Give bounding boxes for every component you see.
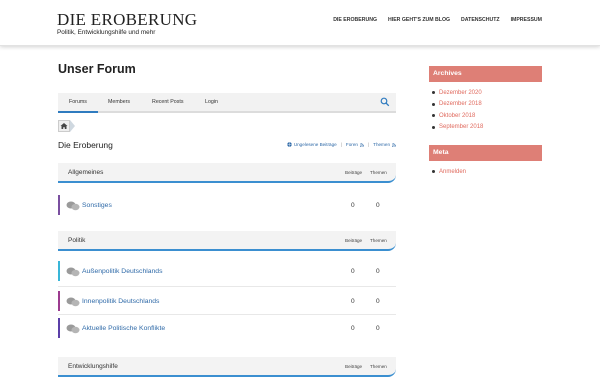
- active-tab-indicator: [58, 111, 98, 113]
- tab-recent-posts[interactable]: Recent Posts: [152, 99, 184, 105]
- chat-bubbles-icon: [66, 324, 80, 334]
- chat-bubbles-icon: [66, 267, 80, 277]
- category-name[interactable]: Politik: [68, 237, 85, 244]
- chat-bubbles-icon: [66, 297, 80, 307]
- forum-row-innenpolitik[interactable]: Innenpolitik Deutschlands 0 0: [58, 291, 396, 313]
- forum-name[interactable]: Sonstiges: [82, 202, 112, 209]
- globe-icon: [287, 142, 292, 147]
- forum-row-konflikte[interactable]: Aktuelle Politische Konflikte 0 0: [58, 318, 396, 340]
- forum-color-bar: [58, 195, 60, 215]
- category-name[interactable]: Entwicklungshilfe: [68, 363, 118, 370]
- forum-name[interactable]: Außenpolitik Deutschlands: [82, 268, 162, 275]
- chat-bubbles-icon: [66, 201, 80, 211]
- home-icon[interactable]: [58, 120, 70, 132]
- breadcrumb: [58, 120, 75, 132]
- forum-color-bar: [58, 318, 60, 338]
- top-navigation: DIE EROBERUNG HIER GEHT'S ZUM BLOG DATEN…: [322, 17, 542, 23]
- search-icon[interactable]: [380, 97, 390, 107]
- category-header-politik: Politik Beiträge Themen: [58, 231, 396, 251]
- separator: |: [340, 142, 342, 147]
- row-divider: [58, 286, 396, 287]
- category-header-allgemeines: Allgemeines Beiträge Themen: [58, 163, 396, 183]
- nav-blog[interactable]: HIER GEHT'S ZUM BLOG: [388, 17, 450, 23]
- forum-posts-count: 0: [351, 325, 355, 332]
- column-topics: Themen: [370, 238, 387, 243]
- feed-links: Ungelesene Beiträge | Foren | Themen: [287, 142, 396, 147]
- breadcrumb-arrow: [70, 120, 75, 132]
- rss-icon: [392, 142, 396, 147]
- tab-members[interactable]: Members: [108, 99, 130, 105]
- forum-name[interactable]: Aktuelle Politische Konflikte: [82, 325, 165, 332]
- column-posts: Beiträge: [345, 364, 363, 369]
- forum-topics-count: 0: [376, 202, 380, 209]
- forum-row-aussenpolitik[interactable]: Außenpolitik Deutschlands 0 0: [58, 261, 396, 283]
- site-title[interactable]: DIE EROBERUNG: [57, 10, 197, 30]
- archives-list: Dezember 2020 Dezember 2018 Oktober 2018…: [432, 87, 542, 133]
- tab-login[interactable]: Login: [205, 99, 218, 105]
- forum-nav-bar: Forums Members Recent Posts Login: [58, 93, 396, 113]
- meta-list: Anmelden: [432, 166, 542, 178]
- archive-link[interactable]: Oktober 2018: [432, 110, 542, 122]
- forum-name[interactable]: Innenpolitik Deutschlands: [82, 298, 159, 305]
- site-tagline: Politik, Entwicklungshilfe und mehr: [57, 29, 156, 36]
- separator: |: [367, 142, 370, 147]
- forum-posts-count: 0: [351, 298, 355, 305]
- widget-title-meta: Meta: [429, 145, 542, 161]
- forums-feed-link[interactable]: Foren: [346, 142, 358, 147]
- forum-color-bar: [58, 291, 60, 311]
- row-divider: [58, 314, 396, 315]
- forum-color-bar: [58, 261, 60, 281]
- column-posts: Beiträge: [345, 238, 363, 243]
- topics-feed-link[interactable]: Themen: [373, 142, 390, 147]
- forum-posts-count: 0: [351, 202, 355, 209]
- column-topics: Themen: [370, 170, 387, 175]
- archive-link[interactable]: Dezember 2018: [432, 99, 542, 111]
- forum-topics-count: 0: [376, 298, 380, 305]
- unread-posts-link[interactable]: Ungelesene Beiträge: [294, 142, 337, 147]
- column-posts: Beiträge: [345, 170, 363, 175]
- category-name[interactable]: Allgemeines: [68, 169, 103, 176]
- page-title: Unser Forum: [58, 62, 136, 76]
- column-topics: Themen: [370, 364, 387, 369]
- archive-link[interactable]: Dezember 2020: [432, 87, 542, 99]
- category-header-entwicklungshilfe: Entwicklungshilfe Beiträge Themen: [58, 357, 396, 377]
- nav-impressum[interactable]: IMPRESSUM: [511, 17, 542, 23]
- forum-row-sonstiges[interactable]: Sonstiges 0 0: [58, 195, 396, 217]
- forum-topics-count: 0: [376, 268, 380, 275]
- login-link[interactable]: Anmelden: [432, 166, 542, 178]
- nav-datenschutz[interactable]: DATENSCHUTZ: [461, 17, 500, 23]
- rss-icon: [360, 142, 364, 147]
- main-content: Unser Forum: [58, 62, 396, 76]
- site-header: DIE EROBERUNG Politik, Entwicklungshilfe…: [0, 0, 600, 46]
- nav-die-eroberung[interactable]: DIE EROBERUNG: [333, 17, 377, 23]
- widget-title-archives: Archives: [429, 66, 542, 82]
- tab-forums[interactable]: Forums: [69, 99, 87, 105]
- forum-heading: Die Eroberung: [58, 140, 113, 150]
- archive-link[interactable]: September 2018: [432, 122, 542, 134]
- forum-posts-count: 0: [351, 268, 355, 275]
- forum-topics-count: 0: [376, 325, 380, 332]
